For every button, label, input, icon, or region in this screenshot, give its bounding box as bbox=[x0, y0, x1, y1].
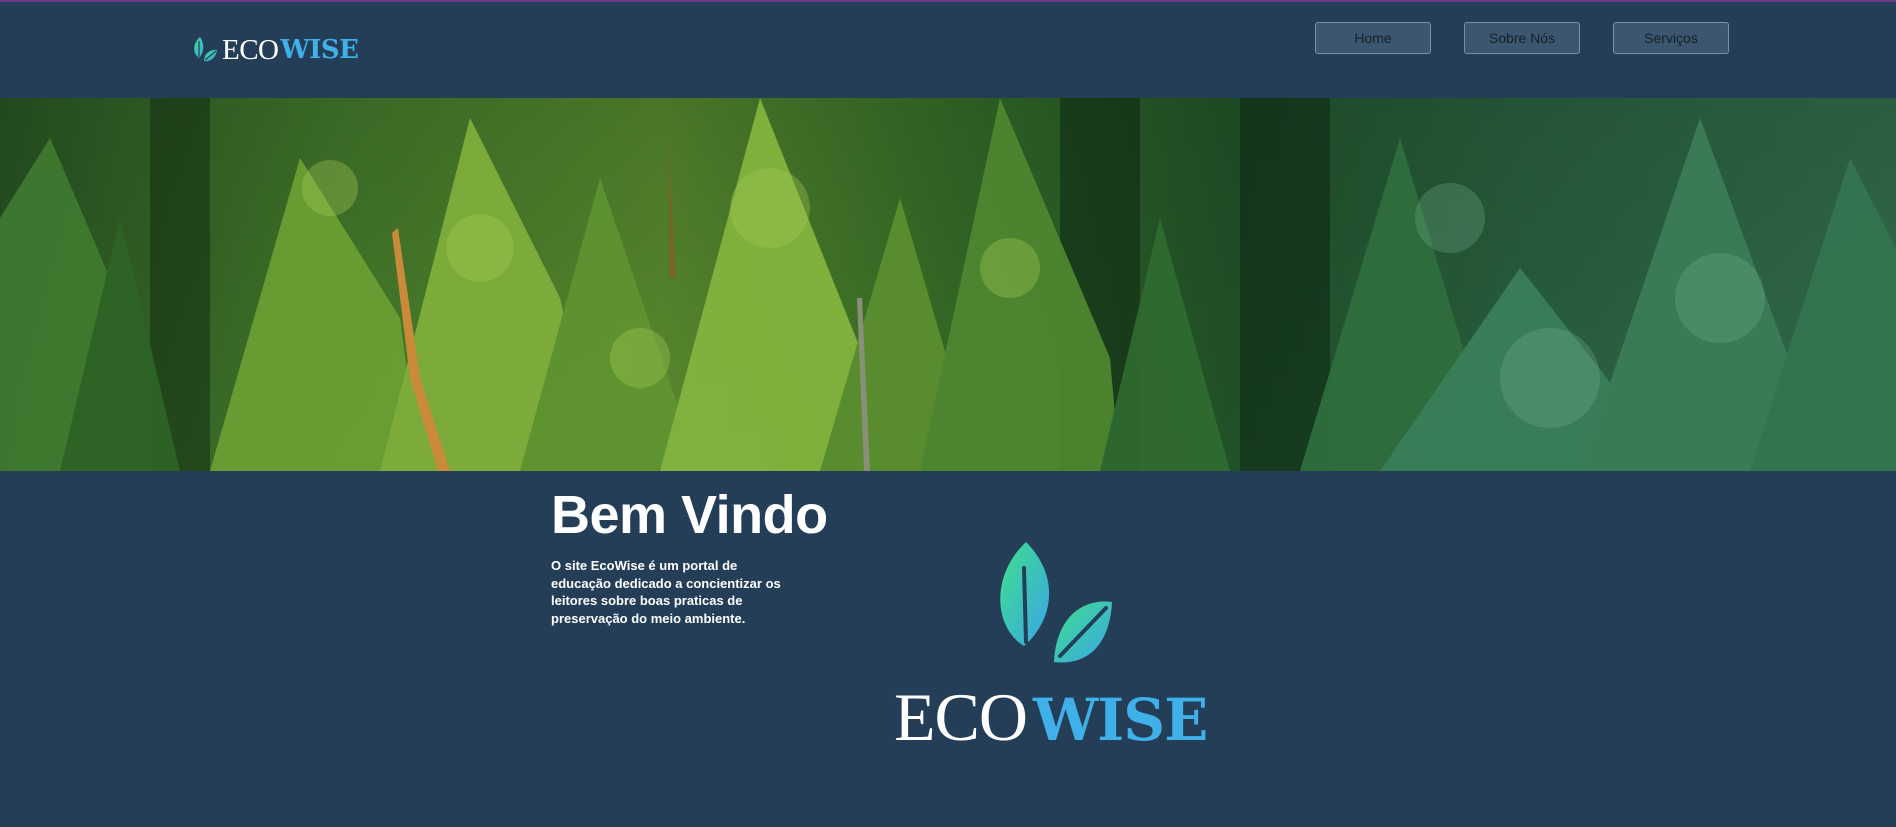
logo-eco-text: ECO bbox=[222, 33, 279, 66]
logo-wise-text: WISE bbox=[280, 35, 359, 65]
welcome-title: Bem Vindo bbox=[551, 485, 828, 545]
nav-sobre-nos-button[interactable]: Sobre Nós bbox=[1464, 22, 1580, 54]
site-header: ECO WISE Home Sobre Nós Serviços bbox=[0, 2, 1896, 98]
ecowise-logo: ECO WISE bbox=[890, 538, 1210, 755]
leaf-icon bbox=[986, 538, 1116, 673]
ecowise-wise-text: WISE bbox=[1033, 686, 1208, 754]
hero-forest-image bbox=[0, 98, 1896, 471]
ecowise-wordmark: ECO WISE bbox=[894, 679, 1208, 755]
welcome-description: O site EcoWise é um portal de educação d… bbox=[551, 558, 781, 626]
leaf-icon bbox=[190, 35, 220, 65]
ecowise-eco-text: ECO bbox=[894, 679, 1028, 755]
page: ECO WISE Home Sobre Nós Serviços Bem Vin… bbox=[0, 0, 1896, 827]
site-logo[interactable]: ECO WISE bbox=[190, 32, 359, 68]
nav-home-button[interactable]: Home bbox=[1315, 22, 1431, 54]
main-nav: Home Sobre Nós Serviços bbox=[1315, 22, 1729, 54]
nav-servicos-button[interactable]: Serviços bbox=[1613, 22, 1729, 54]
